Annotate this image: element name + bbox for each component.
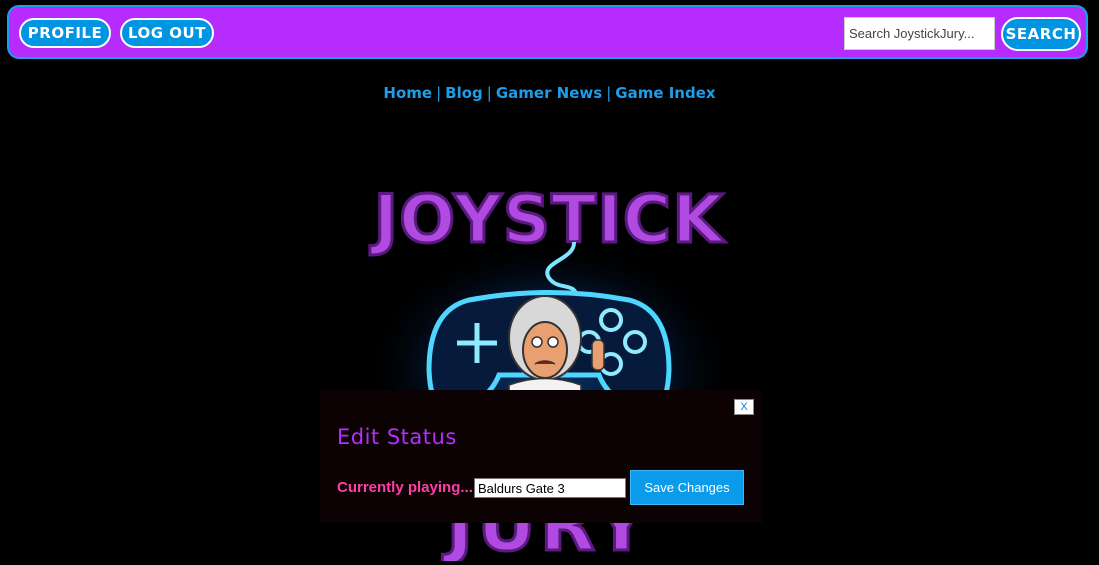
status-input[interactable] — [474, 478, 626, 498]
nav-link-home[interactable]: Home — [383, 84, 432, 102]
nav-separator: | — [436, 84, 442, 102]
nav-link-game-index[interactable]: Game Index — [615, 84, 715, 102]
edit-status-modal: X Edit Status Currently playing... Save … — [320, 390, 762, 523]
search-button[interactable]: SEARCH — [1001, 17, 1081, 51]
logout-button[interactable]: LOG OUT — [120, 18, 214, 48]
logo-top-text: JOYSTICK — [370, 181, 727, 258]
modal-title: Edit Status — [337, 425, 457, 449]
top-bar: PROFILE LOG OUT SEARCH — [7, 5, 1088, 59]
close-modal-button[interactable]: X — [734, 399, 754, 415]
nav-link-gamer-news[interactable]: Gamer News — [496, 84, 602, 102]
nav-separator: | — [606, 84, 612, 102]
search-input[interactable] — [844, 17, 995, 50]
save-changes-button[interactable]: Save Changes — [630, 470, 744, 505]
nav-link-blog[interactable]: Blog — [445, 84, 483, 102]
main-nav: Home | Blog | Gamer News | Game Index — [0, 84, 1099, 102]
profile-button[interactable]: PROFILE — [19, 18, 111, 48]
nav-separator: | — [486, 84, 492, 102]
status-label: Currently playing... — [337, 479, 473, 496]
